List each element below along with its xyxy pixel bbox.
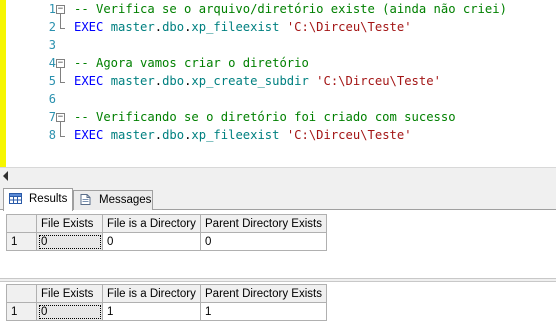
- collapse-region-icon[interactable]: −: [56, 5, 65, 14]
- fold-end-marker: [60, 82, 65, 83]
- column-header[interactable]: File is a Directory: [102, 214, 201, 233]
- tab-messages-label: Messages: [99, 194, 152, 206]
- fold-guide: [60, 126, 61, 136]
- results-grid-icon: [9, 193, 22, 204]
- fold-guide: [60, 18, 61, 28]
- code-text[interactable]: EXEC master.dbo.xp_create_subdir 'C:\Dir…: [74, 72, 441, 90]
- code-line[interactable]: 5 EXEC master.dbo.xp_create_subdir 'C:\Di…: [0, 72, 556, 90]
- code-token-obj: dbo: [162, 20, 185, 34]
- code-text[interactable]: -- Agora vamos criar o diretório: [74, 54, 309, 72]
- code-token-str: 'C:\Dirceu\Teste': [316, 74, 441, 88]
- code-token-plain: .: [154, 74, 163, 88]
- collapse-region-icon[interactable]: −: [56, 59, 65, 68]
- tab-messages[interactable]: Messages: [73, 190, 153, 210]
- grid-cell[interactable]: 1: [200, 302, 327, 321]
- row-number[interactable]: 1: [6, 232, 37, 251]
- code-line[interactable]: 1− -- Verifica se o arquivo/diretório exi…: [0, 0, 556, 18]
- messages-doc-icon: [80, 194, 91, 205]
- column-header[interactable]: File Exists: [36, 284, 103, 303]
- table-row[interactable]: 1 0 0 0: [6, 232, 327, 251]
- line-number: 7: [48, 110, 56, 124]
- line-number: 2: [48, 20, 56, 34]
- results-tabstrip: Results Messages: [0, 184, 556, 211]
- line-number: 6: [48, 92, 56, 106]
- scroll-left-arrow-icon[interactable]: [3, 171, 8, 181]
- results-pane: File Exists File is a Directory Parent D…: [0, 210, 556, 334]
- column-header[interactable]: Parent Directory Exists: [200, 284, 327, 303]
- code-text[interactable]: EXEC master.dbo.xp_fileexist 'C:\Dirceu\…: [74, 126, 412, 144]
- query-editor[interactable]: 1− -- Verifica se o arquivo/diretório exi…: [0, 0, 556, 167]
- fold-end-marker: [60, 136, 65, 137]
- grid-cell[interactable]: 0: [36, 232, 103, 251]
- line-number: 5: [48, 74, 56, 88]
- result-splitter[interactable]: [0, 278, 556, 282]
- row-number[interactable]: 1: [6, 302, 37, 321]
- code-token-kw: EXEC: [74, 20, 111, 34]
- grid-corner[interactable]: [6, 284, 37, 303]
- tab-results-label: Results: [29, 193, 68, 205]
- grid-cell[interactable]: 0: [200, 232, 327, 251]
- code-token-str: 'C:\Dirceu\Teste': [286, 128, 412, 142]
- code-line[interactable]: 3: [0, 36, 556, 54]
- code-token-obj: xp_fileexist: [191, 20, 287, 34]
- fold-guide: [60, 72, 61, 82]
- fold-end-marker: [60, 28, 65, 29]
- code-token-obj: master: [110, 74, 155, 88]
- table-row[interactable]: 1 0 1 1: [6, 302, 327, 321]
- code-token-obj: master: [110, 128, 155, 142]
- code-text[interactable]: EXEC master.dbo.xp_fileexist 'C:\Dirceu\…: [74, 18, 412, 36]
- code-line[interactable]: 4− -- Agora vamos criar o diretório: [0, 54, 556, 72]
- code-token-obj: xp_create_subdir: [191, 74, 317, 88]
- code-token-obj: dbo: [162, 128, 185, 142]
- line-number: 1: [48, 2, 56, 16]
- code-token-obj: xp_fileexist: [191, 128, 287, 142]
- code-line[interactable]: 8 EXEC master.dbo.xp_fileexist 'C:\Dirceu…: [0, 126, 556, 144]
- column-header[interactable]: File is a Directory: [102, 284, 201, 303]
- code-token-kw: EXEC: [74, 74, 111, 88]
- code-text[interactable]: -- Verificando se o diretório foi criado…: [74, 108, 456, 126]
- code-token-plain: .: [154, 128, 163, 142]
- code-token-comment: -- Verificando se o diretório foi criado…: [74, 110, 456, 124]
- code-line[interactable]: 7− -- Verificando se o diretório foi cria…: [0, 108, 556, 126]
- grid-header-row: File Exists File is a Directory Parent D…: [6, 284, 327, 303]
- tab-results[interactable]: Results: [3, 188, 73, 211]
- code-text[interactable]: -- Verifica se o arquivo/diretório exist…: [74, 0, 507, 18]
- line-number: 3: [48, 38, 56, 52]
- code-token-obj: master: [110, 20, 155, 34]
- column-header[interactable]: Parent Directory Exists: [200, 214, 327, 233]
- code-line[interactable]: 2 EXEC master.dbo.xp_fileexist 'C:\Dirceu…: [0, 18, 556, 36]
- grid-cell[interactable]: 0: [102, 232, 201, 251]
- result-grid-1[interactable]: File Exists File is a Directory Parent D…: [6, 214, 327, 251]
- grid-cell[interactable]: 1: [102, 302, 201, 321]
- result-grid-2[interactable]: File Exists File is a Directory Parent D…: [6, 284, 327, 321]
- code-token-kw: EXEC: [74, 128, 111, 142]
- code-token-comment: -- Agora vamos criar o diretório: [74, 56, 309, 70]
- line-number: 8: [48, 128, 56, 142]
- grid-cell[interactable]: 0: [36, 302, 103, 321]
- code-token-plain: .: [154, 20, 163, 34]
- code-token-comment: -- Verifica se o arquivo/diretório exist…: [74, 2, 507, 16]
- code-token-str: 'C:\Dirceu\Teste': [286, 20, 412, 34]
- collapse-region-icon[interactable]: −: [56, 113, 65, 122]
- code-token-obj: dbo: [162, 74, 185, 88]
- code-line[interactable]: 6: [0, 90, 556, 108]
- line-number: 4: [48, 56, 56, 70]
- editor-horizontal-scrollbar[interactable]: [0, 167, 556, 184]
- grid-header-row: File Exists File is a Directory Parent D…: [6, 214, 327, 233]
- grid-corner[interactable]: [6, 214, 37, 233]
- column-header[interactable]: File Exists: [36, 214, 103, 233]
